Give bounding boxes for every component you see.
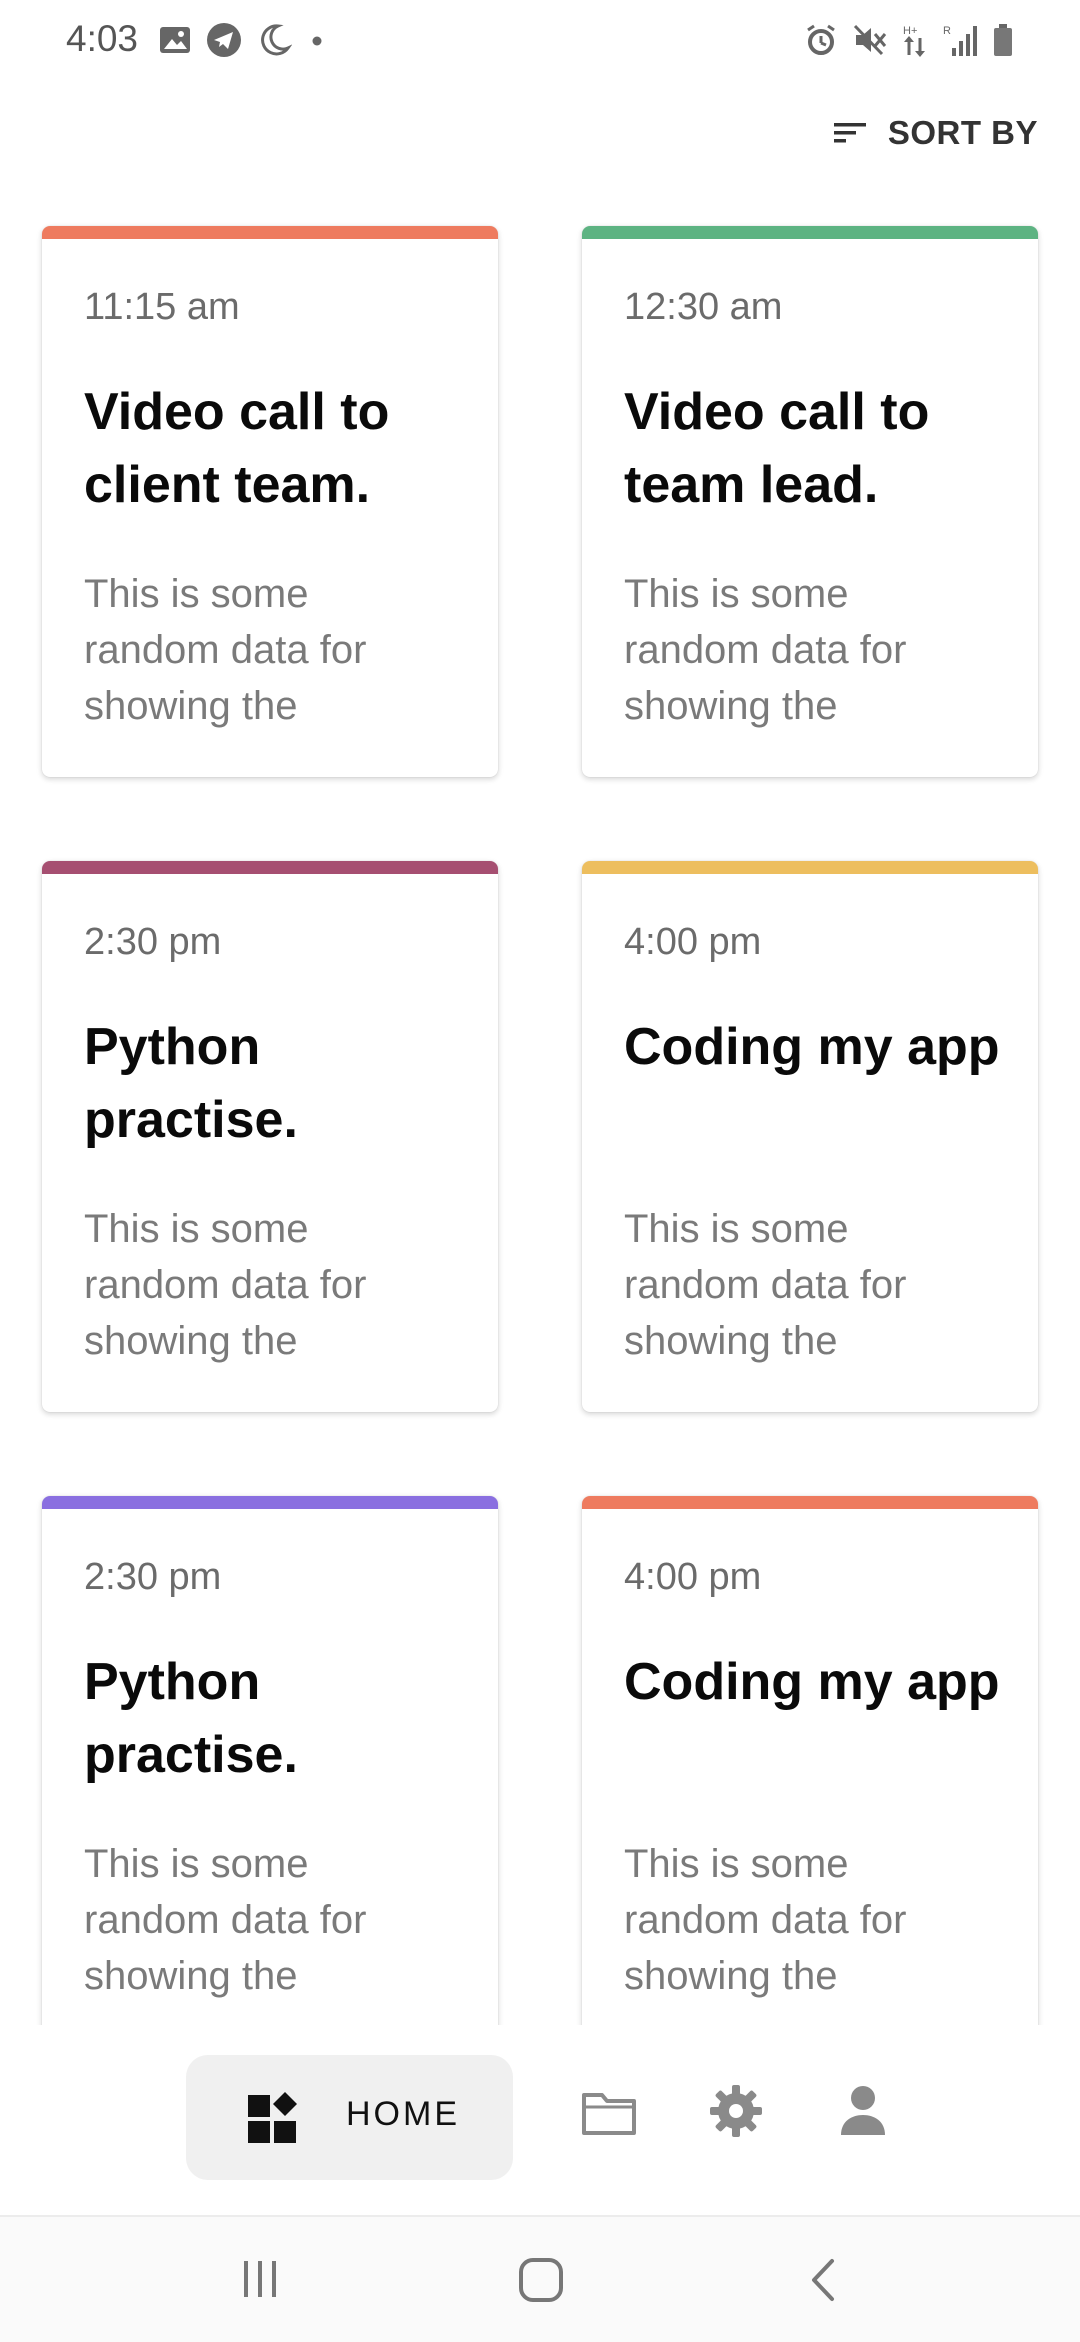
card-time: 2:30 pm [84, 1556, 222, 1598]
card-time: 11:15 am [84, 286, 240, 328]
card-accent-bar [42, 1496, 498, 1509]
card-title: Coding my app [624, 1018, 1000, 1076]
card-accent-bar [582, 861, 1038, 874]
card-time: 12:30 am [624, 286, 783, 328]
card-time: 4:00 pm [624, 1556, 762, 1598]
card-time: 4:00 pm [624, 921, 762, 963]
system-navigation-bar [0, 2215, 1080, 2342]
card-title: Video call to client team. [84, 383, 390, 514]
card-title: Video call to team lead. [624, 383, 930, 514]
card-accent-bar [42, 226, 498, 239]
task-card-grid: 11:15 am Video call to client team. This… [0, 0, 1080, 2025]
card-title: Coding my app [624, 1653, 1000, 1711]
card-description: This is some random data for showing the [84, 1207, 367, 1363]
home-button-icon[interactable] [518, 2257, 564, 2303]
task-card[interactable]: 12:30 am Video call to team lead. This i… [582, 226, 1038, 777]
home-icon [248, 2092, 297, 2143]
task-card[interactable]: 2:30 pm Python practise. This is some ra… [42, 1496, 498, 2025]
recents-icon[interactable] [238, 2257, 282, 2301]
card-time: 2:30 pm [84, 921, 222, 963]
nav-home-label: HOME [346, 2095, 460, 2133]
settings-icon[interactable] [708, 2083, 764, 2139]
card-accent-bar [42, 861, 498, 874]
back-icon[interactable] [806, 2257, 840, 2303]
card-description: This is some random data for showing the [624, 1842, 907, 1998]
card-title: Python practise. [84, 1018, 298, 1149]
card-title: Python practise. [84, 1653, 298, 1784]
task-card[interactable]: 4:00 pm Coding my app This is some rando… [582, 1496, 1038, 2025]
task-card[interactable]: 11:15 am Video call to client team. This… [42, 226, 498, 777]
card-accent-bar [582, 1496, 1038, 1509]
card-description: This is some random data for showing the [624, 1207, 907, 1363]
task-card[interactable]: 4:00 pm Coding my app This is some rando… [582, 861, 1038, 1412]
card-accent-bar [582, 226, 1038, 239]
card-description: This is some random data for showing the [84, 1842, 367, 1998]
nav-home-button[interactable]: HOME [186, 2055, 513, 2180]
folder-icon[interactable] [580, 2087, 638, 2137]
bottom-navigation: HOME [0, 2025, 1080, 2215]
task-card[interactable]: 2:30 pm Python practise. This is some ra… [42, 861, 498, 1412]
profile-icon[interactable] [838, 2083, 888, 2139]
card-description: This is some random data for showing the [624, 572, 907, 728]
card-description: This is some random data for showing the [84, 572, 367, 728]
